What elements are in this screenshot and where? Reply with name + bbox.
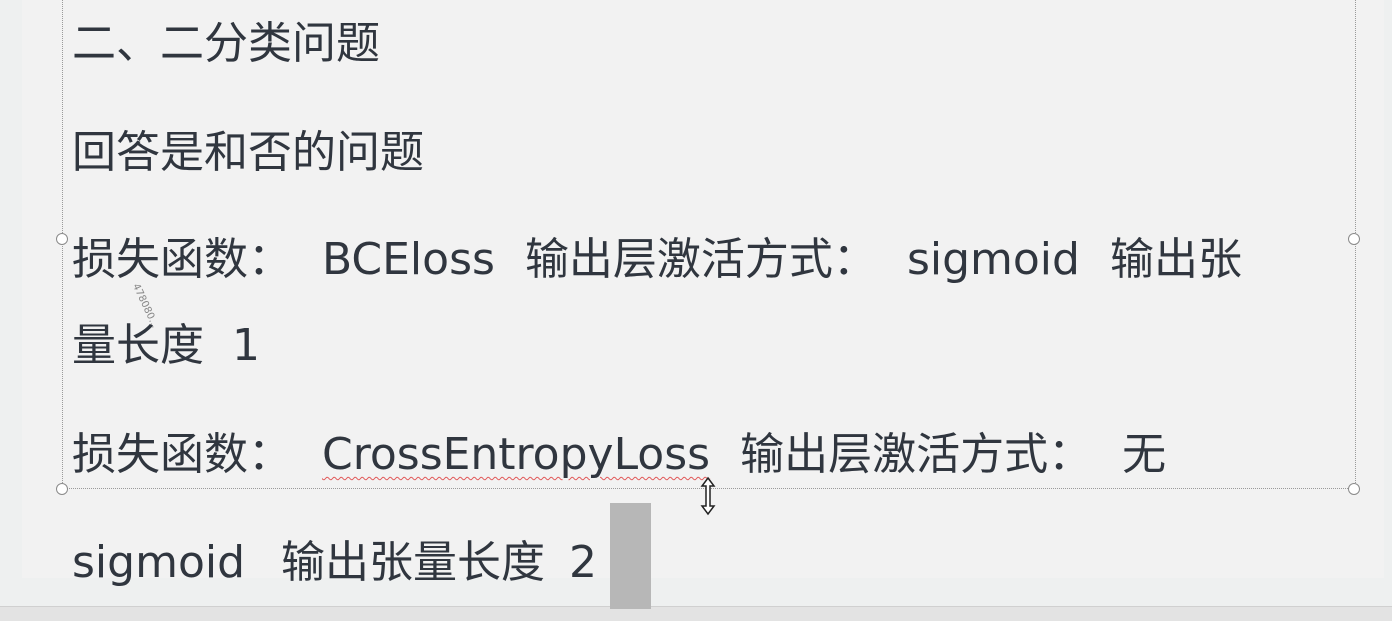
text-line-3: 损失函数： CrossEntropyLoss 输出层激活方式： 无	[72, 429, 1166, 481]
output-length-label: 输出张量长度	[281, 537, 546, 588]
text-line-1: 损失函数： BCEloss 输出层激活方式： sigmoid 输出张	[72, 234, 1242, 286]
resize-handle-middle-left[interactable]	[56, 233, 68, 245]
resize-handle-middle-right[interactable]	[1348, 233, 1360, 245]
status-bar	[0, 606, 1392, 621]
text-selection-caret	[610, 503, 651, 609]
question-description: 回答是和否的问题	[72, 127, 424, 178]
activation-value-2: 无	[1122, 429, 1167, 480]
text-line-4: sigmoid 输出张量长度 2	[72, 537, 597, 589]
loss-label: 损失函数：	[72, 234, 292, 285]
resize-handle-bottom-left[interactable]	[56, 483, 68, 495]
output-length-label-part: 输出张	[1109, 234, 1242, 285]
resize-cursor-icon	[700, 476, 716, 516]
loss-value-2: CrossEntropyLoss	[322, 429, 711, 480]
text-line-2: 量长度 1	[72, 320, 260, 371]
activation-value-3: sigmoid	[72, 537, 246, 588]
resize-handle-bottom-right[interactable]	[1348, 483, 1360, 495]
output-length-value: 2	[569, 537, 598, 588]
loss-label-2: 损失函数：	[72, 429, 292, 480]
activation-label: 输出层激活方式：	[524, 234, 877, 285]
activation-value: sigmoid	[906, 234, 1080, 285]
section-heading: 二、二分类问题	[72, 18, 380, 69]
loss-value: BCEloss	[322, 234, 495, 285]
activation-label-2: 输出层激活方式：	[740, 429, 1093, 480]
